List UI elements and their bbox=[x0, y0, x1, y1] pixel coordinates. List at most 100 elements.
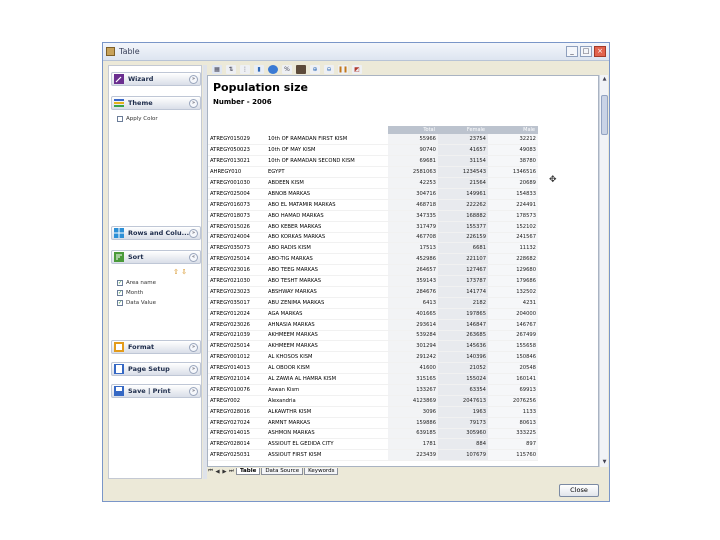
row-code-cell: ATREGY018073 bbox=[208, 210, 266, 222]
panel-theme[interactable]: Theme » bbox=[111, 96, 201, 110]
table-row[interactable]: ATREGY010076 Aswan Kism 133267 63354 69913 bbox=[208, 384, 538, 396]
sort-field-0[interactable]: ✓ Area name bbox=[117, 280, 156, 286]
apply-color-option[interactable]: Apply Color bbox=[117, 116, 158, 122]
apply-color-checkbox[interactable] bbox=[117, 116, 123, 122]
sort-field-checkbox[interactable]: ✓ bbox=[117, 300, 123, 306]
column-header-total[interactable]: Total bbox=[388, 126, 438, 134]
close-window-button[interactable]: × bbox=[594, 46, 606, 57]
row-female-cell: 145636 bbox=[438, 340, 488, 353]
prev-sheet-icon[interactable]: ◀ bbox=[214, 469, 221, 475]
table-row[interactable]: ATREGY002 Alexandria 4123869 2047613 2076256 bbox=[208, 395, 538, 407]
zoom-in-icon[interactable]: ⊕ bbox=[310, 65, 320, 74]
scroll-up-icon[interactable]: ▲ bbox=[600, 75, 609, 84]
save-print-collapse-icon[interactable]: » bbox=[189, 387, 198, 396]
panel-format[interactable]: Format » bbox=[111, 340, 201, 354]
vertical-scrollbar[interactable]: ▲ ▼ bbox=[599, 75, 608, 467]
row-area-cell: ABO KEBER MARKAS bbox=[266, 221, 388, 233]
tab-keywords[interactable]: Keywords bbox=[304, 468, 339, 475]
sort-field-checkbox[interactable]: ✓ bbox=[117, 280, 123, 286]
table-row[interactable]: ATREGY025031 ASSIOUT FIRST KISM 223439 1076… bbox=[208, 449, 538, 462]
maximize-button[interactable]: □ bbox=[580, 46, 592, 57]
tab-table[interactable]: Table bbox=[236, 468, 261, 475]
panel-save-print[interactable]: Save | Print » bbox=[111, 384, 201, 398]
table-row[interactable]: ATREGY016073 ABO EL MATAMIR MARKAS 468718 2… bbox=[208, 199, 538, 211]
table-row[interactable]: ATREGY025014 AKHMEEM MARKAS 301294 145636 15… bbox=[208, 340, 538, 353]
column-header-male[interactable]: Male bbox=[488, 126, 538, 134]
close-button[interactable]: Close bbox=[559, 484, 599, 497]
row-male-cell: 80613 bbox=[488, 417, 538, 429]
table-row[interactable]: ATREGY050023 10th OF MAY KISM 90740 41657 49… bbox=[208, 144, 538, 157]
table-row[interactable]: ATREGY023026 AHNASIA MARKAS 293614 146847 14… bbox=[208, 319, 538, 331]
columns-icon[interactable]: ❚❚ bbox=[338, 65, 348, 74]
table-row[interactable]: ATREGY018073 ABO HAMAD MARKAS 347335 168882… bbox=[208, 210, 538, 222]
table-row[interactable]: ATREGY025014 ABO-TIG MARKAS 452986 221107 22… bbox=[208, 253, 538, 266]
table-row[interactable]: ATREGY035017 ABU ZENIMA MARKAS 6413 2182 423… bbox=[208, 297, 538, 309]
table-icon[interactable]: ▦ bbox=[212, 65, 222, 74]
row-code-cell: ATREGY014015 bbox=[208, 428, 266, 440]
row-total-cell: 401665 bbox=[388, 308, 438, 320]
table-row[interactable]: ATREGY013021 10th OF RAMADAN SECOND KISM 6… bbox=[208, 155, 538, 168]
table-row[interactable]: ATREGY028016 ALKAWTHR KISM 3096 1963 1133 bbox=[208, 406, 538, 418]
row-male-cell: 178573 bbox=[488, 210, 538, 222]
filter-icon[interactable]: ⋮ bbox=[240, 65, 250, 74]
table-row[interactable]: AHREGY010 EGYPT 2581063 1234543 1346516 bbox=[208, 166, 538, 179]
table-row[interactable]: ATREGY012024 AGA MARKAS 401665 197865 204000 bbox=[208, 308, 538, 320]
panel-sort[interactable]: Sort « bbox=[111, 250, 201, 264]
table-window: Table _ □ × Wizard » Theme » Apply Color… bbox=[102, 42, 610, 502]
table-row[interactable]: ATREGY035073 ABO RADIS KISM 17513 6681 11132 bbox=[208, 242, 538, 255]
panel-wizard[interactable]: Wizard » bbox=[111, 72, 201, 86]
sort-field-2[interactable]: ✓ Data Value bbox=[117, 300, 156, 306]
theme-collapse-icon[interactable]: » bbox=[189, 99, 198, 108]
column-header-female[interactable]: Female bbox=[438, 126, 488, 134]
tab-data-source[interactable]: Data Source bbox=[261, 468, 304, 475]
table-row[interactable]: ATREGY021039 AKHMEEM MARKAS 539284 263685 26… bbox=[208, 330, 538, 342]
minimize-button[interactable]: _ bbox=[566, 46, 578, 57]
map-icon[interactable] bbox=[268, 65, 278, 74]
table-row[interactable]: ATREGY028014 ASSIOUT EL GEDIDA CITY 1781 88… bbox=[208, 438, 538, 451]
row-code-cell: ATREGY024004 bbox=[208, 232, 266, 244]
page-setup-collapse-icon[interactable]: » bbox=[189, 365, 198, 374]
table-row[interactable]: ATREGY021014 AL ZAWIA AL HAMRA KISM 315165… bbox=[208, 373, 538, 385]
row-female-cell: 1234543 bbox=[438, 166, 488, 179]
row-total-cell: 347335 bbox=[388, 210, 438, 222]
wizard-collapse-icon[interactable]: » bbox=[189, 75, 198, 84]
table-row[interactable]: ATREGY014015 ASHMON MARKAS 639185 305960 333… bbox=[208, 428, 538, 440]
zoom-out-icon[interactable]: ⊖ bbox=[324, 65, 334, 74]
sort-order-icons[interactable]: ⇧ ⇩ bbox=[173, 268, 187, 276]
table-row[interactable]: ATREGY023023 ABSHWAY MARKAS 284676 141774 13… bbox=[208, 286, 538, 298]
row-female-cell: 1963 bbox=[438, 406, 488, 418]
table-row[interactable]: ATREGY014013 AL OBOOR KISM 41600 21052 20548 bbox=[208, 362, 538, 375]
pdf-icon[interactable]: ◩ bbox=[352, 65, 362, 74]
table-row[interactable]: ATREGY027024 ARMNT MARKAS 159886 79173 80613 bbox=[208, 417, 538, 429]
sort-icon[interactable]: ⇅ bbox=[226, 65, 236, 74]
rows-cols-collapse-icon[interactable]: » bbox=[189, 229, 198, 238]
report-viewport[interactable]: Population size Number - 2006 Total Fema… bbox=[207, 75, 599, 467]
table-row[interactable]: ATREGY015026 ABO KEBER MARKAS 317479 155377… bbox=[208, 221, 538, 233]
table-row[interactable]: ATREGY023016 ABO TEEG MARKAS 264657 127467 1… bbox=[208, 264, 538, 277]
scroll-thumb[interactable] bbox=[601, 95, 608, 135]
table-row[interactable]: ATREGY025004 ABNOB MARKAS 304716 149961 1548… bbox=[208, 188, 538, 200]
row-male-cell: 32212 bbox=[488, 134, 538, 146]
percent-icon[interactable]: % bbox=[282, 65, 292, 74]
panel-page-setup[interactable]: Page Setup » bbox=[111, 362, 201, 376]
sort-field-checkbox[interactable]: ✓ bbox=[117, 290, 123, 296]
panel-rows-cols[interactable]: Rows and Colu... » bbox=[111, 226, 201, 240]
row-female-cell: 149961 bbox=[438, 188, 488, 200]
format-collapse-icon[interactable]: » bbox=[189, 343, 198, 352]
table-row[interactable]: ATREGY021030 ABO TESHT MARKAS 359143 173787… bbox=[208, 275, 538, 287]
row-male-cell: 224491 bbox=[488, 199, 538, 211]
first-sheet-icon[interactable]: ⏮ bbox=[207, 468, 214, 475]
chart-icon[interactable]: ▮ bbox=[254, 65, 264, 74]
last-sheet-icon[interactable]: ⏭ bbox=[228, 468, 235, 475]
title-bar[interactable]: Table _ □ × bbox=[103, 43, 609, 61]
table-row[interactable]: ATREGY001012 AL KHOSOS KISM 291242 140396 15… bbox=[208, 351, 538, 364]
table-row[interactable]: ATREGY024004 ABO KORKAS MARKAS 467708 22615… bbox=[208, 232, 538, 244]
next-sheet-icon[interactable]: ▶ bbox=[221, 469, 228, 475]
export-icon[interactable] bbox=[296, 65, 306, 74]
table-row[interactable]: ATREGY015029 10th OF RAMADAN FIRST KISM 55… bbox=[208, 134, 538, 146]
row-male-cell: 241567 bbox=[488, 232, 538, 244]
sort-collapse-icon[interactable]: « bbox=[189, 253, 198, 262]
sort-field-1[interactable]: ✓ Month bbox=[117, 290, 143, 296]
scroll-down-icon[interactable]: ▼ bbox=[600, 458, 609, 467]
table-row[interactable]: ATREGY001030 ABDEEN KISM 42253 21564 20689 bbox=[208, 177, 538, 189]
